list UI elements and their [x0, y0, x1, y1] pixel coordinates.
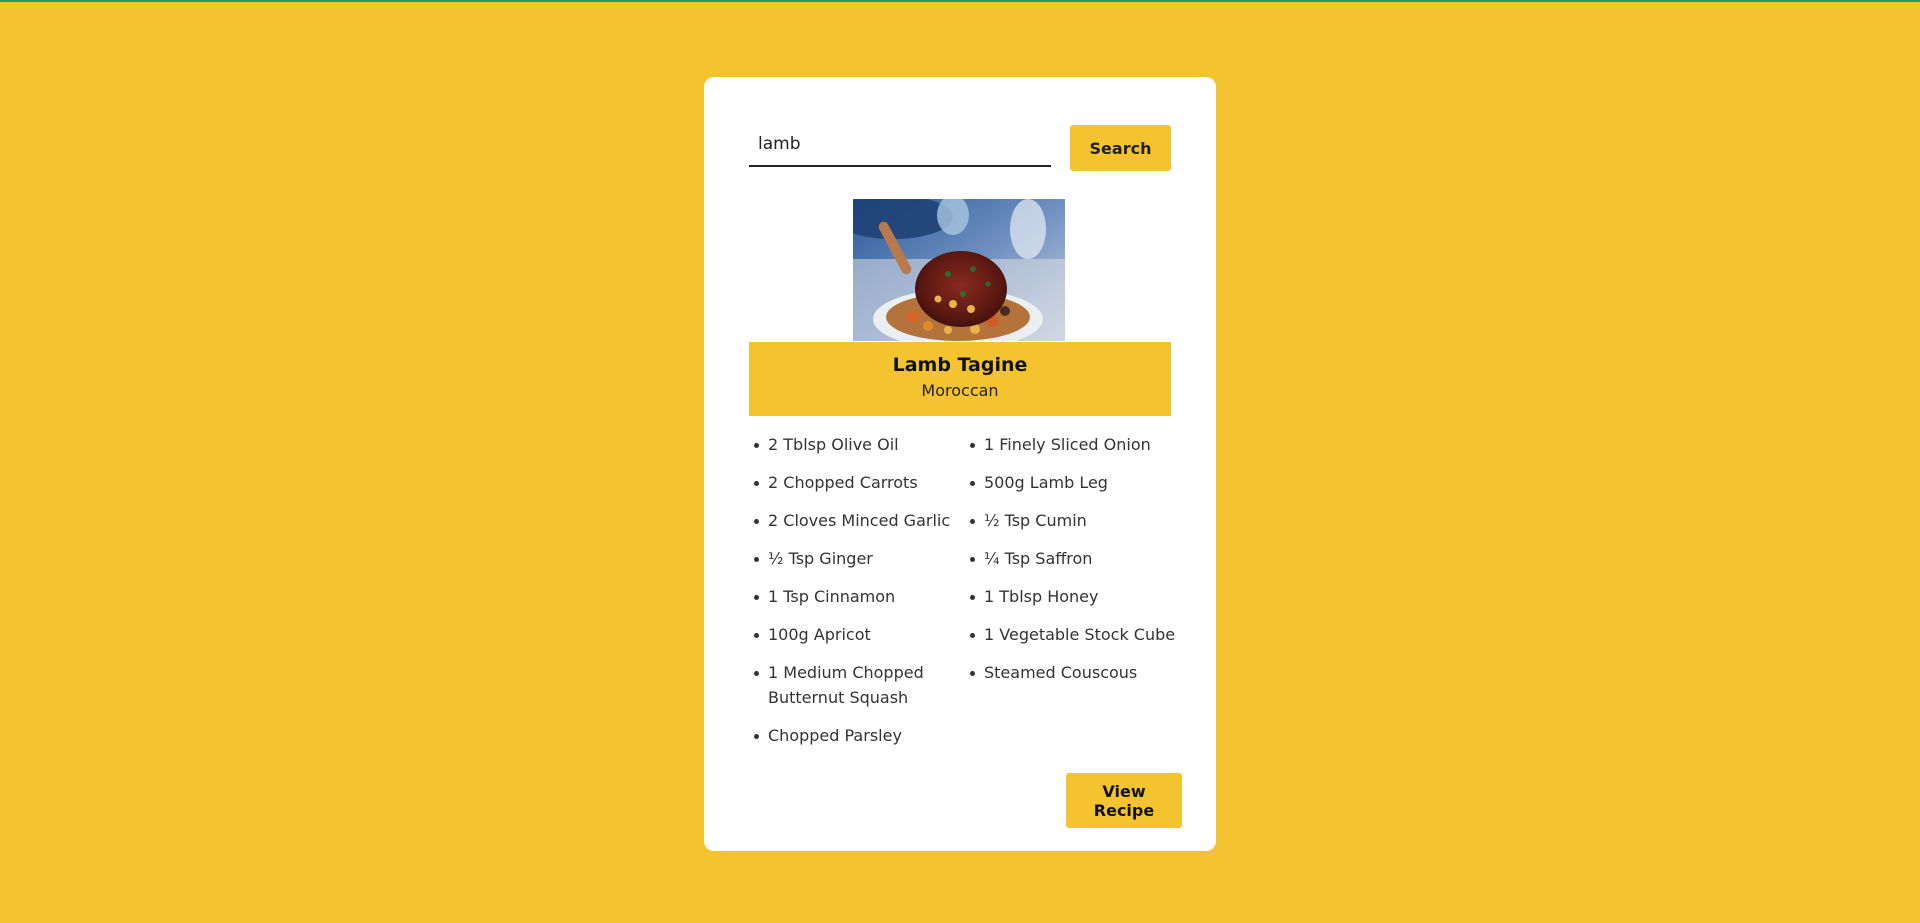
ingredient-item: 1 Tblsp Honey	[965, 584, 1181, 609]
ingredient-item: 2 Chopped Carrots	[749, 470, 965, 495]
ingredient-item: Chopped Parsley	[749, 723, 965, 748]
ingredient-item: 1 Tsp Cinnamon	[749, 584, 965, 609]
ingredient-item: 100g Apricot	[749, 622, 965, 647]
ingredient-item: 1 Finely Sliced Onion	[965, 432, 1181, 457]
ingredient-item: 2 Tblsp Olive Oil	[749, 432, 965, 457]
ingredient-item: 1 Vegetable Stock Cube	[965, 622, 1181, 647]
ingredient-item: ½ Tsp Ginger	[749, 546, 965, 571]
ingredient-item: 2 Cloves Minced Garlic	[749, 508, 965, 533]
ingredient-item: ¼ Tsp Saffron	[965, 546, 1181, 571]
meal-image	[853, 199, 1065, 341]
meal-name: Lamb Tagine	[892, 354, 1028, 376]
recipe-card: Search	[704, 77, 1216, 851]
view-recipe-button[interactable]: View Recipe	[1066, 773, 1182, 828]
meal-area: Moroccan	[921, 381, 999, 400]
search-input[interactable]	[749, 123, 1051, 167]
ingredient-item: 1 Medium Chopped Butternut Squash	[749, 660, 965, 710]
ingredients-list: 2 Tblsp Olive Oil 1 Finely Sliced Onion …	[749, 432, 1189, 748]
ingredient-item: Steamed Couscous	[965, 660, 1181, 710]
search-button[interactable]: Search	[1070, 125, 1171, 171]
top-accent-line	[0, 0, 1920, 2]
ingredient-item: 500g Lamb Leg	[965, 470, 1181, 495]
meal-title-banner: Lamb Tagine Moroccan	[749, 342, 1171, 416]
ingredient-item: ½ Tsp Cumin	[965, 508, 1181, 533]
